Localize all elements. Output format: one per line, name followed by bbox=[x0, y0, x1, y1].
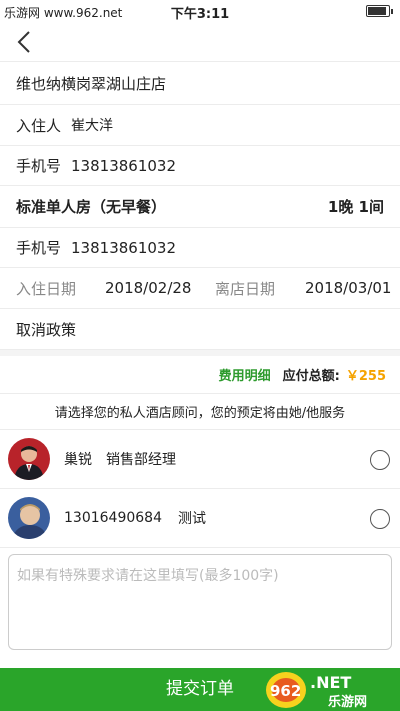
phone-value-1: 13813861032 bbox=[71, 156, 176, 175]
total-amount: ￥255 bbox=[345, 369, 386, 384]
room-row: 标准单人房（无早餐） 1晚 1间 bbox=[0, 186, 400, 228]
advisor-prompt-row: 请选择您的私人酒店顾问，您的预定将由她/他服务 bbox=[0, 394, 400, 430]
special-request-input[interactable]: 如果有特殊要求请在这里填写(最多100字) bbox=[8, 554, 392, 650]
advisor-title: 销售部经理 bbox=[106, 452, 176, 468]
phone-row-1[interactable]: 手机号 13813861032 bbox=[0, 146, 400, 186]
status-bar: 乐游网 www.962.net 下午3:11 bbox=[0, 0, 400, 22]
status-time: 下午3:11 bbox=[170, 7, 230, 22]
total-label: 应付总额: bbox=[282, 369, 340, 384]
guest-name: 崔大洋 bbox=[71, 118, 114, 134]
room-name: 标准单人房（无早餐） bbox=[16, 198, 167, 216]
svg-text:962: 962 bbox=[270, 682, 301, 700]
advisor-avatar bbox=[8, 497, 50, 539]
advisor-radio[interactable] bbox=[370, 509, 390, 529]
svg-text:乐游网: 乐游网 bbox=[328, 694, 367, 710]
phone-value-2: 13813861032 bbox=[71, 238, 176, 257]
advisor-title: 测试 bbox=[177, 511, 206, 527]
checkin-label: 入住日期 bbox=[16, 279, 77, 298]
submit-order-label: 提交订单 bbox=[166, 679, 234, 699]
special-request-placeholder: 如果有特殊要求请在这里填写(最多100字) bbox=[17, 568, 279, 584]
checkin-date: 2018/02/28 bbox=[105, 279, 192, 297]
advisor-radio[interactable] bbox=[370, 450, 390, 470]
advisor-item[interactable]: 巢锐 销售部经理 bbox=[0, 430, 400, 489]
advisor-prompt: 请选择您的私人酒店顾问，您的预定将由她/他服务 bbox=[54, 406, 346, 421]
phone-row-2[interactable]: 手机号 13813861032 bbox=[0, 228, 400, 268]
cost-row: 费用明细 应付总额: ￥255 bbox=[0, 356, 400, 394]
back-arrow-icon[interactable] bbox=[12, 28, 40, 56]
phone-label-2: 手机号 bbox=[16, 239, 62, 257]
nav-bar bbox=[0, 22, 400, 62]
room-quantity: 1晚 1间 bbox=[327, 198, 384, 216]
cancel-policy: 取消政策 bbox=[16, 320, 77, 339]
svg-text:.NET: .NET bbox=[310, 673, 351, 692]
advisor-name: 13016490684 bbox=[64, 510, 162, 526]
checkout-label: 离店日期 bbox=[215, 279, 276, 298]
advisor-name: 巢锐 bbox=[64, 452, 92, 468]
hotel-name-row: 维也纳横岗翠湖山庄店 bbox=[0, 63, 400, 105]
advisor-avatar bbox=[8, 438, 50, 480]
watermark-logo: 962 .NET 乐游网 bbox=[262, 668, 400, 711]
guest-row[interactable]: 入住人 崔大洋 bbox=[0, 105, 400, 146]
phone-label-1: 手机号 bbox=[16, 157, 62, 175]
hotel-name: 维也纳横岗翠湖山庄店 bbox=[16, 75, 167, 93]
fee-detail-link[interactable]: 费用明细 bbox=[219, 365, 271, 384]
advisor-item[interactable]: 13016490684 测试 bbox=[0, 489, 400, 548]
cancel-policy-row[interactable]: 取消政策 bbox=[0, 309, 400, 350]
dates-row: 入住日期 2018/02/28 离店日期 2018/03/01 bbox=[0, 268, 400, 309]
checkout-date: 2018/03/01 bbox=[305, 279, 392, 297]
guest-label: 入住人 bbox=[16, 116, 62, 135]
battery-icon bbox=[366, 5, 393, 17]
